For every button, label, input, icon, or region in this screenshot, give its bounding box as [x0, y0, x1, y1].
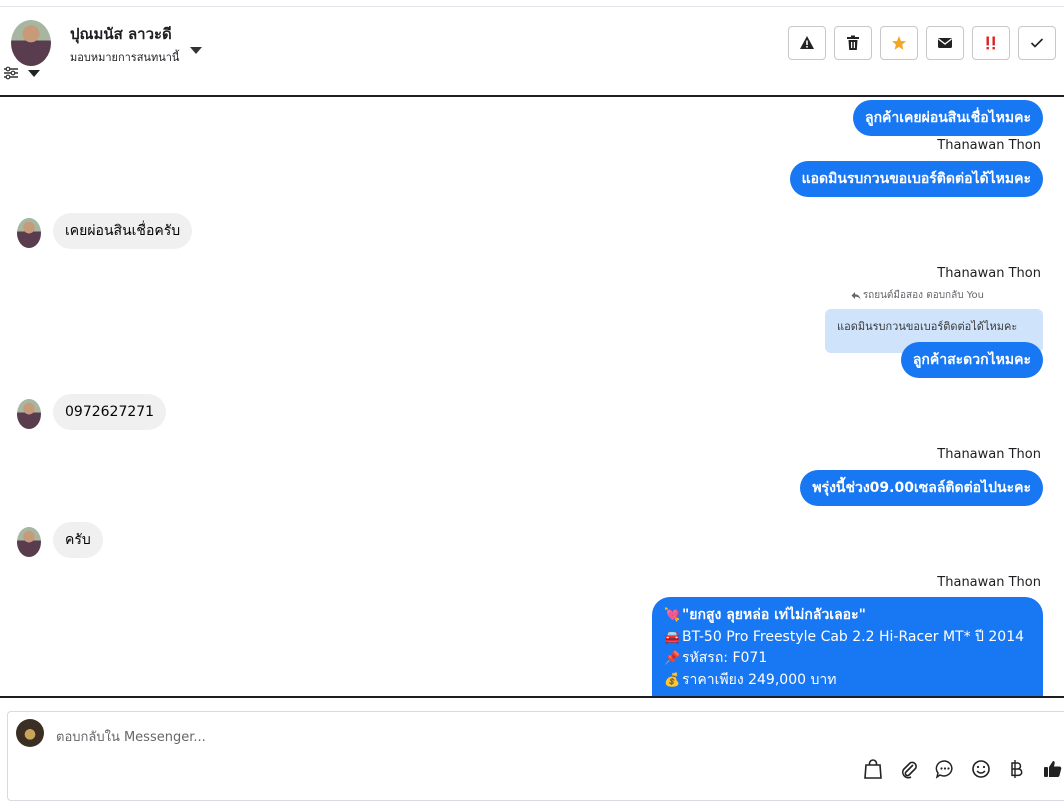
product-line: 💘 "ยกสูง ลุยหล่อ เท่ไม่กลัวเลอะ": [664, 605, 1031, 627]
header-actions: [788, 26, 1056, 60]
customer-avatar: [17, 218, 41, 248]
envelope-icon: [938, 38, 952, 48]
filter-icon[interactable]: [3, 66, 19, 80]
mark-done-button[interactable]: [1018, 26, 1056, 60]
reply-arrow-icon: [851, 292, 861, 300]
product-price: ราคาเพียง 249,000 บาท: [682, 671, 837, 688]
message-outgoing[interactable]: ลูกค้าสะดวกไหมคะ: [900, 342, 1043, 378]
message-thread[interactable]: ลูกค้าเคยผ่อนสินเชื่อไหมคะ Thanawan Thon…: [0, 97, 1064, 697]
sender-name: Thanawan Thon: [937, 575, 1041, 590]
pin-icon: 📌: [664, 651, 681, 666]
mark-urgent-button[interactable]: [972, 26, 1010, 60]
product-tagline: "ยกสูง ลุยหล่อ เท่ไม่กลัวเลอะ": [682, 607, 866, 623]
attach-button[interactable]: [898, 758, 920, 780]
customer-avatar: [17, 527, 41, 557]
message-outgoing-product[interactable]: 💘 "ยกสูง ลุยหล่อ เท่ไม่กลัวเลอะ" 🚘 BT-50…: [652, 597, 1043, 697]
assign-conversation-label[interactable]: มอบหมายการสนทนานี้: [70, 48, 179, 66]
message-incoming[interactable]: เคยผ่อนสินเชื่อครับ: [53, 213, 193, 249]
alert-icon: [800, 36, 814, 49]
chat-bubble-icon: [935, 760, 953, 779]
message-outgoing[interactable]: พรุ่งนี้ช่วง09.00เซลล์ติดต่อไปนะคะ: [800, 470, 1043, 506]
product-line: 💰 ราคาเพียง 249,000 บาท: [664, 670, 1031, 692]
product-line: 📌 รหัสรถ: F071: [664, 648, 1031, 670]
message-incoming[interactable]: ครับ: [53, 522, 103, 558]
money-bag-icon: 💰: [664, 672, 681, 688]
check-icon: [1030, 38, 1044, 48]
filter-chevron-down-icon[interactable]: [28, 70, 40, 77]
composer-toolbar: [862, 758, 1064, 780]
sender-name: Thanawan Thon: [937, 447, 1041, 462]
like-button[interactable]: [1042, 758, 1064, 780]
delete-button[interactable]: [834, 26, 872, 60]
product-model: BT-50 Pro Freestyle Cab 2.2 Hi-Racer MT*…: [682, 628, 1025, 645]
reply-meta: รถยนต์มือสอง ตอบกลับ You: [851, 288, 984, 303]
report-spam-button[interactable]: [788, 26, 826, 60]
chevron-down-icon[interactable]: [190, 47, 202, 54]
paperclip-icon: [902, 761, 917, 779]
composer-box[interactable]: [7, 711, 1064, 801]
baht-icon: [1011, 760, 1023, 778]
car-icon: 🚘: [664, 629, 681, 645]
message-outgoing[interactable]: แอดมินรบกวนขอเบอร์ติดต่อได้ไหมคะ: [789, 161, 1043, 197]
heart-arrow-icon: 💘: [664, 608, 681, 623]
saved-replies-button[interactable]: [934, 758, 956, 780]
user-name[interactable]: ปุณมนัส ลาวะดี: [70, 22, 172, 46]
product-code: รหัสรถ: F071: [682, 650, 768, 666]
message-incoming[interactable]: 0972627271: [53, 394, 167, 430]
thread-bottom-divider: [0, 696, 1064, 698]
message-outgoing[interactable]: ลูกค้าเคยผ่อนสินเชื่อไหมคะ: [852, 100, 1043, 136]
star-button[interactable]: [880, 26, 918, 60]
thumbs-up-icon: [1044, 761, 1062, 777]
sender-name: Thanawan Thon: [937, 138, 1041, 153]
customer-avatar: [17, 399, 41, 429]
mark-unread-button[interactable]: [926, 26, 964, 60]
trash-icon: [847, 35, 859, 50]
star-icon: [892, 36, 906, 50]
shopping-bag-icon: [864, 759, 882, 779]
emoji-button[interactable]: [970, 758, 992, 780]
user-avatar[interactable]: [11, 20, 51, 66]
sender-name: Thanawan Thon: [937, 266, 1041, 281]
page-avatar: [16, 719, 44, 747]
payment-button[interactable]: [1006, 758, 1028, 780]
product-line: 🚘 BT-50 Pro Freestyle Cab 2.2 Hi-Racer M…: [664, 627, 1031, 649]
message-input[interactable]: ตอบกลับใน Messenger...: [56, 726, 206, 747]
shop-button[interactable]: [862, 758, 884, 780]
reply-meta-text: รถยนต์มือสอง ตอบกลับ You: [862, 290, 984, 301]
smiley-icon: [972, 760, 990, 778]
urgent-icon: [986, 36, 995, 50]
